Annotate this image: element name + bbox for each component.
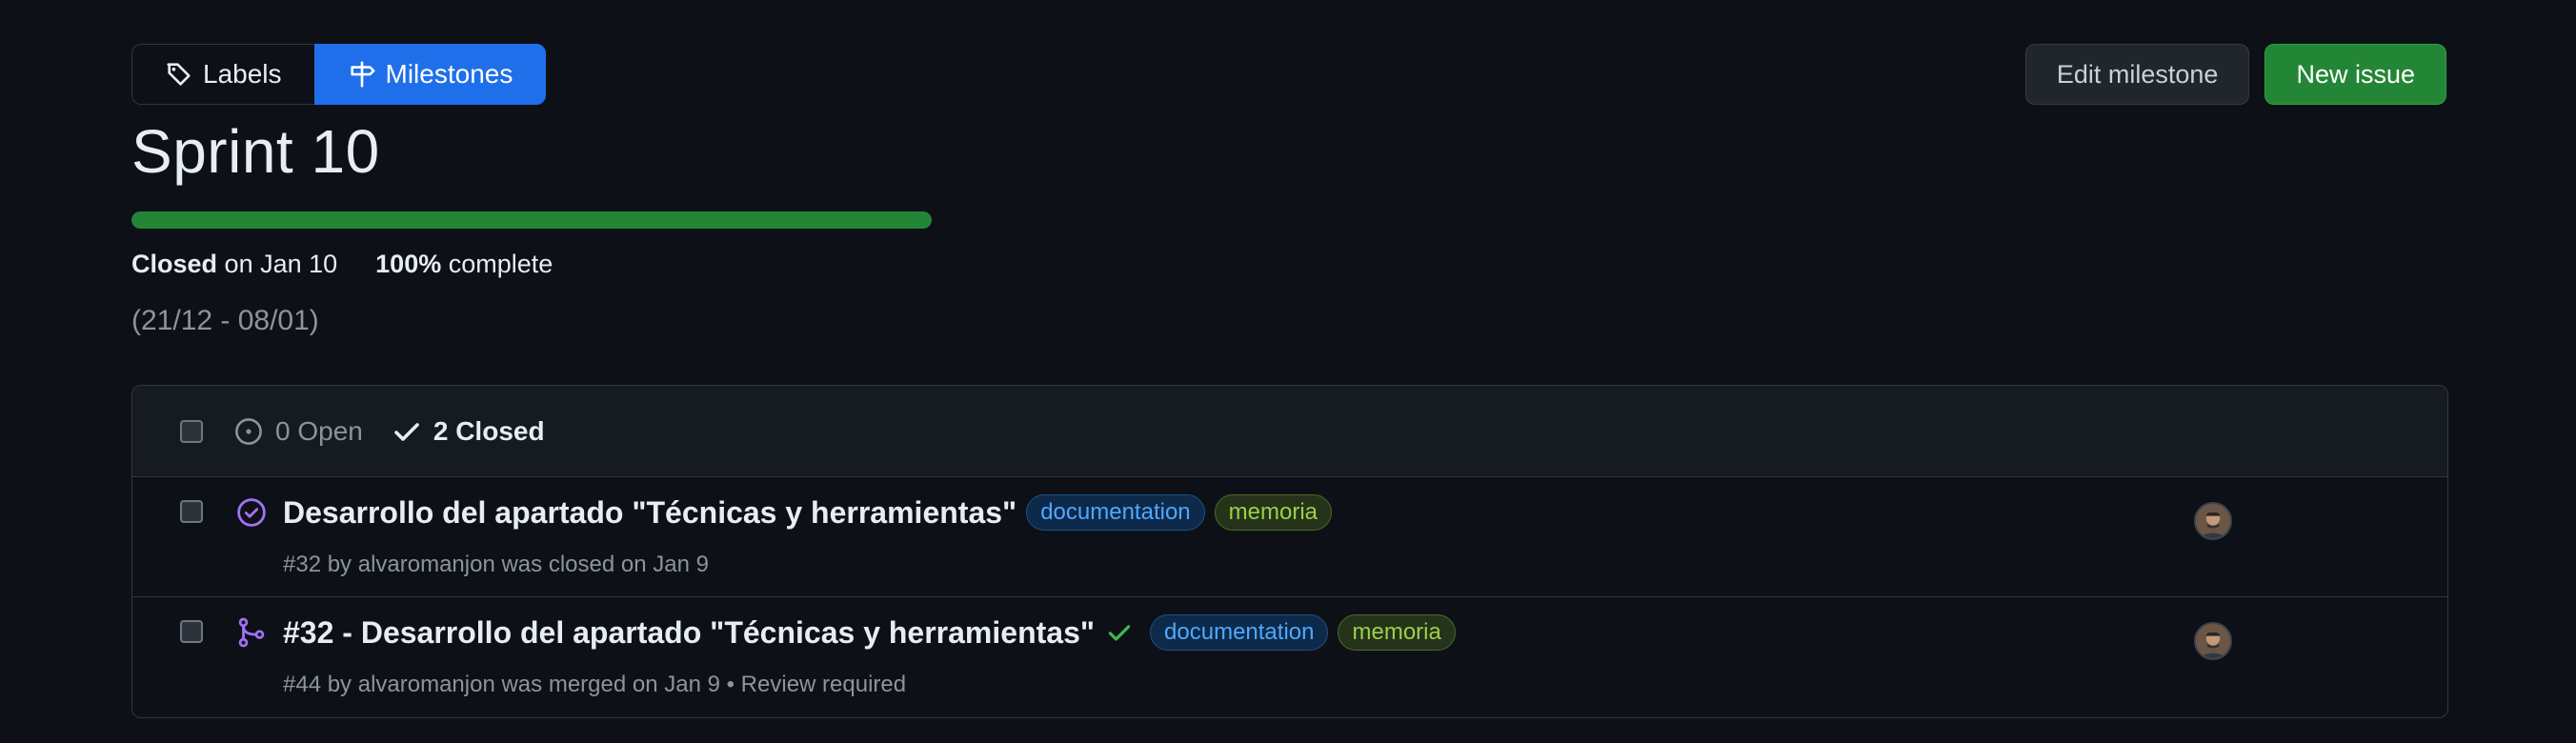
open-count: 0 Open <box>275 415 363 446</box>
milestone-title: Sprint 10 <box>131 117 380 186</box>
complete-percent: 100% <box>375 250 442 278</box>
issues-list-header: 0 Open 2 Closed <box>132 386 2447 477</box>
closed-date: on Jan 10 <box>224 250 338 278</box>
issue-row: #32 - Desarrollo del apartado "Técnicas … <box>132 597 2447 717</box>
pr-title-line: #32 - Desarrollo del apartado "Técnicas … <box>283 614 1456 651</box>
tag-icon <box>167 63 191 86</box>
milestone-meta: Closed on Jan 10 100% complete <box>131 250 553 279</box>
milestones-tab[interactable]: Milestones <box>313 44 547 105</box>
labels-tab-label: Labels <box>203 59 282 89</box>
label-memoria[interactable]: memoria <box>1214 494 1333 531</box>
pr-subtitle: #44 by alvaromanjon was merged on Jan 9 … <box>283 672 907 697</box>
milestone-description: (21/12 - 08/01) <box>131 305 319 336</box>
edit-milestone-button[interactable]: Edit milestone <box>2024 44 2250 105</box>
milestone-progress-fill <box>131 211 932 229</box>
closed-count: 2 Closed <box>433 415 545 446</box>
labels-milestones-nav: Labels Milestones <box>131 44 547 105</box>
avatar-image <box>2196 624 2230 658</box>
closed-word: Closed <box>131 250 218 278</box>
milestone-progress-bar <box>131 211 932 229</box>
pr-title-link[interactable]: #32 - Desarrollo del apartado "Técnicas … <box>283 615 1095 651</box>
issues-list: 0 Open 2 Closed Desarrollo del apartado … <box>131 385 2448 718</box>
complete-word: complete <box>448 250 553 278</box>
select-all-checkbox[interactable] <box>180 419 203 443</box>
label-memoria[interactable]: memoria <box>1338 614 1456 651</box>
milestone-completion: 100% complete <box>375 250 553 279</box>
issue-subtitle: #32 by alvaromanjon was closed on Jan 9 <box>283 552 709 577</box>
issue-title-line: Desarrollo del apartado "Técnicas y herr… <box>283 494 1333 531</box>
label-documentation[interactable]: documentation <box>1150 614 1329 651</box>
issue-checkbox[interactable] <box>180 500 203 523</box>
assignee-avatar[interactable] <box>2194 622 2232 660</box>
avatar-image <box>2196 504 2230 538</box>
issue-title-link[interactable]: Desarrollo del apartado "Técnicas y herr… <box>283 495 1016 531</box>
issue-closed-icon <box>237 498 266 527</box>
new-issue-button[interactable]: New issue <box>2264 44 2446 105</box>
issue-open-icon <box>235 417 262 445</box>
checks-passed-icon[interactable] <box>1106 619 1133 646</box>
milestones-tab-label: Milestones <box>385 59 513 89</box>
milestone-closed-status: Closed on Jan 10 <box>131 250 337 279</box>
pr-checkbox[interactable] <box>180 620 203 643</box>
closed-issues-filter[interactable]: 2 Closed <box>392 416 545 447</box>
pull-request-merged-icon <box>238 617 265 648</box>
label-documentation[interactable]: documentation <box>1026 494 1205 531</box>
milestone-actions: Edit milestone New issue <box>2024 44 2446 105</box>
check-icon <box>394 422 419 441</box>
milestone-page: Labels Milestones Edit milestone New iss… <box>0 0 2576 743</box>
open-issues-filter[interactable]: 0 Open <box>233 416 363 447</box>
labels-tab[interactable]: Labels <box>131 44 314 105</box>
milestone-icon <box>350 61 375 88</box>
issue-row: Desarrollo del apartado "Técnicas y herr… <box>132 477 2447 597</box>
assignee-avatar[interactable] <box>2194 502 2232 540</box>
